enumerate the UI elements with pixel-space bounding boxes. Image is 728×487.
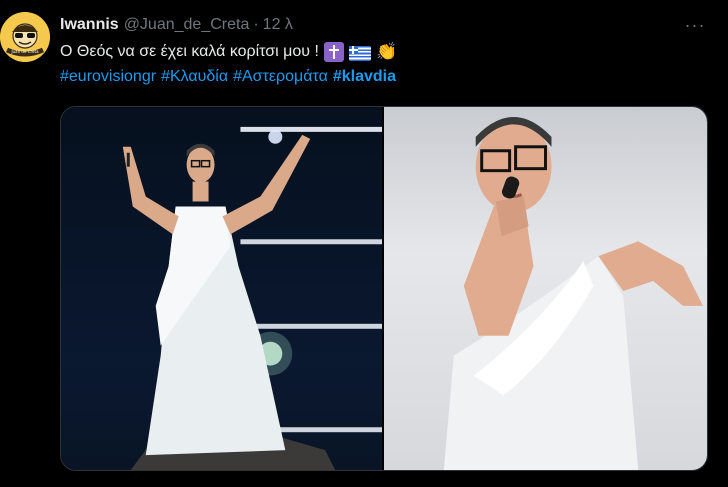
- user-handle[interactable]: @Juan_de_Creta: [124, 16, 250, 34]
- singing-closeup-photo[interactable]: [384, 107, 707, 470]
- avatar-image: Juan de Creta: [0, 12, 50, 62]
- clapping-hands-emoji-icon: 👏: [375, 42, 398, 61]
- hashtag-row: #eurovisiongr #Κλαυδία #Αστερομάτα #klav…: [60, 66, 401, 88]
- tweet[interactable]: Juan de Creta Iwannis @Juan_de_Creta · 1…: [0, 0, 728, 487]
- more-options-button[interactable]: ···: [681, 14, 709, 36]
- tweet-header: Iwannis @Juan_de_Creta · 12 λ: [60, 14, 293, 36]
- greek-flag-emoji-icon: [348, 45, 371, 61]
- timestamp[interactable]: 12 λ: [263, 16, 293, 34]
- hashtag-link[interactable]: #Αστερομάτα: [233, 68, 328, 86]
- more-icon: ···: [684, 14, 706, 35]
- hashtag-link[interactable]: #klavdia: [333, 68, 396, 86]
- svg-text:Juan de Creta: Juan de Creta: [10, 49, 39, 54]
- hashtag-link[interactable]: #eurovisiongr: [60, 68, 156, 86]
- media-grid: [60, 106, 708, 471]
- hashtag-link[interactable]: #Κλαυδία: [161, 68, 228, 86]
- separator-dot: ·: [253, 16, 259, 33]
- display-name[interactable]: Iwannis: [60, 16, 119, 34]
- orthodox-cross-emoji-icon: [323, 42, 344, 62]
- avatar[interactable]: Juan de Creta: [0, 12, 50, 62]
- tweet-text-body: Ο Θεός να σε έχει καλά κορίτσι μου !: [60, 43, 319, 60]
- tweet-text: Ο Θεός να σε έχει καλά κορίτσι μου ! 👏: [60, 41, 398, 63]
- stage-performance-photo[interactable]: [61, 107, 382, 470]
